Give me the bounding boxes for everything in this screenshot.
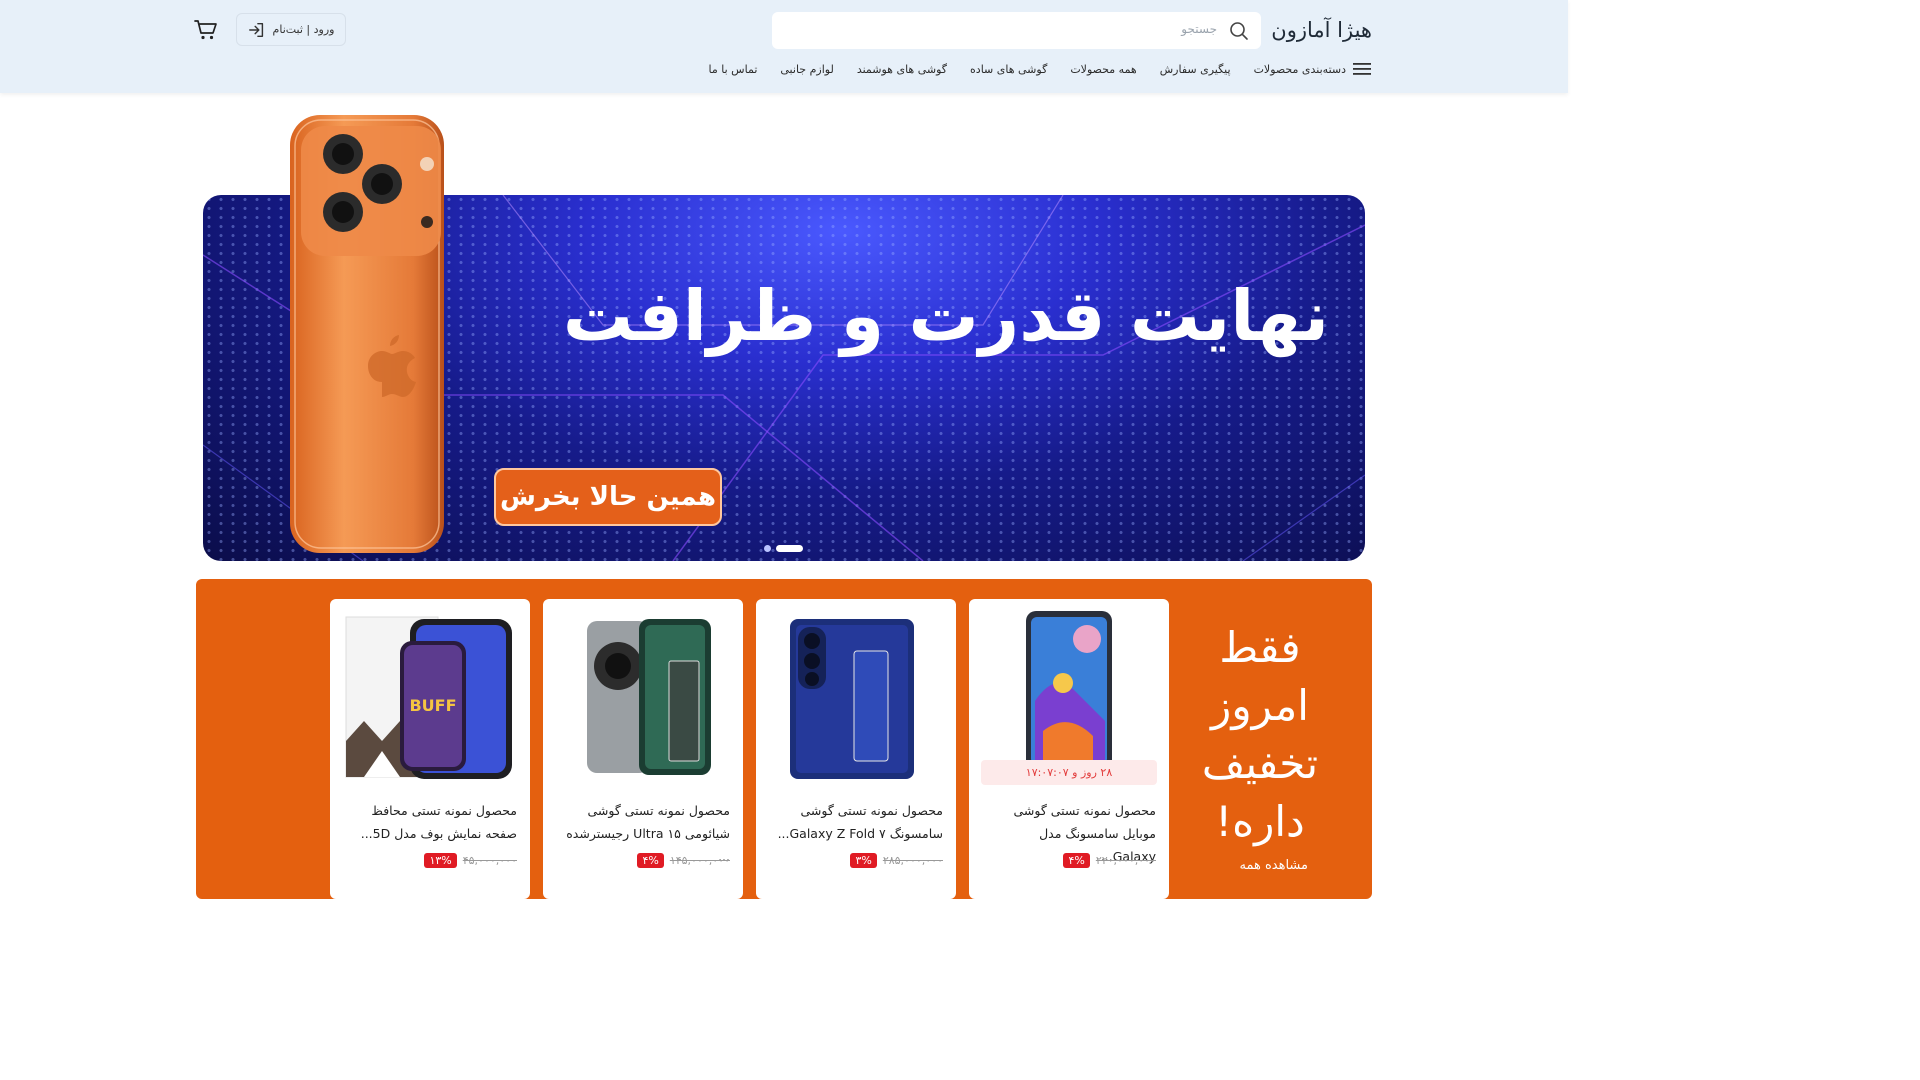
- discount-badge: ۴%: [637, 853, 664, 868]
- product-card[interactable]: ۲۸ روز و ۱۷:۰۷:۰۷ محصول نمونه تستی گوشی …: [969, 599, 1169, 899]
- price-row: ۱۴۵,۰۰۰,۰۰۰ ۴%: [637, 853, 730, 868]
- nav-item-contact[interactable]: تماس با ما: [709, 63, 758, 76]
- old-price: ۱۴۵,۰۰۰,۰۰۰: [669, 854, 730, 867]
- see-all-link[interactable]: مشاهده همه: [1240, 858, 1309, 873]
- buy-now-button[interactable]: همین حالا بخرش: [494, 468, 722, 526]
- product-card[interactable]: محصول نمونه تستی گوشی سامسونگ Galaxy Z F…: [756, 599, 956, 899]
- login-arrow-icon: [248, 22, 263, 37]
- countdown-timer: ۲۸ روز و ۱۷:۰۷:۰۷: [981, 760, 1157, 785]
- search-icon: [1230, 22, 1248, 40]
- old-price: ۴۵,۰۰۰,۰۰۰: [462, 854, 517, 867]
- hamburger-icon: [1353, 63, 1371, 75]
- product-image: [790, 619, 914, 779]
- discount-badge: ۴%: [1063, 853, 1090, 868]
- slider-dot[interactable]: [764, 545, 771, 552]
- daily-deals-section: فقط امروز تخفیف داره! مشاهده همه ۲۸ روز …: [196, 579, 1372, 899]
- main-nav: دسته‌بندی محصولات پیگیری سفارش همه محصول…: [709, 62, 1371, 76]
- nav-item-basic-phones[interactable]: گوشی های ساده: [970, 63, 1047, 76]
- old-price: ۲۲۰,۰۰۰,۰۰۰: [1095, 854, 1156, 867]
- nav-item-all-products[interactable]: همه محصولات: [1070, 63, 1136, 76]
- svg-text:BUFF: BUFF: [409, 696, 456, 715]
- nav-item-smartphones[interactable]: گوشی های هوشمند: [857, 63, 947, 76]
- discount-badge: ۳%: [850, 853, 877, 868]
- old-price: ۲۸۵,۰۰۰,۰۰۰: [882, 854, 943, 867]
- slider-dot-active[interactable]: [776, 545, 803, 552]
- cart-icon[interactable]: [194, 19, 218, 41]
- nav-item-categories[interactable]: دسته‌بندی محصولات: [1254, 62, 1371, 76]
- discount-badge: ۱۳%: [424, 853, 457, 868]
- search-placeholder: جستجو: [1181, 22, 1217, 36]
- price-row: ۴۵,۰۰۰,۰۰۰ ۱۳%: [424, 853, 517, 868]
- search-input[interactable]: جستجو: [772, 12, 1261, 49]
- price-row: ۲۸۵,۰۰۰,۰۰۰ ۳%: [850, 853, 943, 868]
- product-name[interactable]: محصول نمونه تستی محافظ صفحه نمایش بوف مد…: [341, 799, 517, 845]
- nav-item-order-tracking[interactable]: پیگیری سفارش: [1160, 63, 1231, 76]
- site-logo[interactable]: هیژا آمازون: [1271, 18, 1372, 42]
- product-name[interactable]: محصول نمونه تستی گوشی سامسونگ Galaxy Z F…: [767, 799, 943, 845]
- nav-item-label: دسته‌بندی محصولات: [1253, 62, 1346, 76]
- banner-headline: نهایت قدرت و ظرافت: [562, 275, 1329, 357]
- site-header: هیژا آمازون جستجو ورود | ثبت‌نام دسته‌بن…: [0, 0, 1568, 93]
- product-image: BUFF: [345, 616, 512, 779]
- product-card[interactable]: محصول نمونه تستی گوشی شیائومی Ultra ۱۵ ر…: [543, 599, 743, 899]
- deals-title: فقط امروز تخفیف داره!: [1201, 623, 1319, 846]
- product-image: [587, 619, 711, 775]
- product-card[interactable]: BUFF محصول نمونه تستی محافظ صفحه نمایش ب…: [330, 599, 530, 899]
- nav-item-accessories[interactable]: لوازم جانبی: [780, 63, 833, 76]
- price-row: ۲۲۰,۰۰۰,۰۰۰ ۴%: [1063, 853, 1156, 868]
- product-image: [1026, 611, 1112, 771]
- slider-pagination: [764, 545, 803, 552]
- login-label: ورود | ثبت‌نام: [272, 23, 335, 36]
- login-button[interactable]: ورود | ثبت‌نام: [236, 13, 346, 46]
- banner-phone-image: [290, 115, 444, 553]
